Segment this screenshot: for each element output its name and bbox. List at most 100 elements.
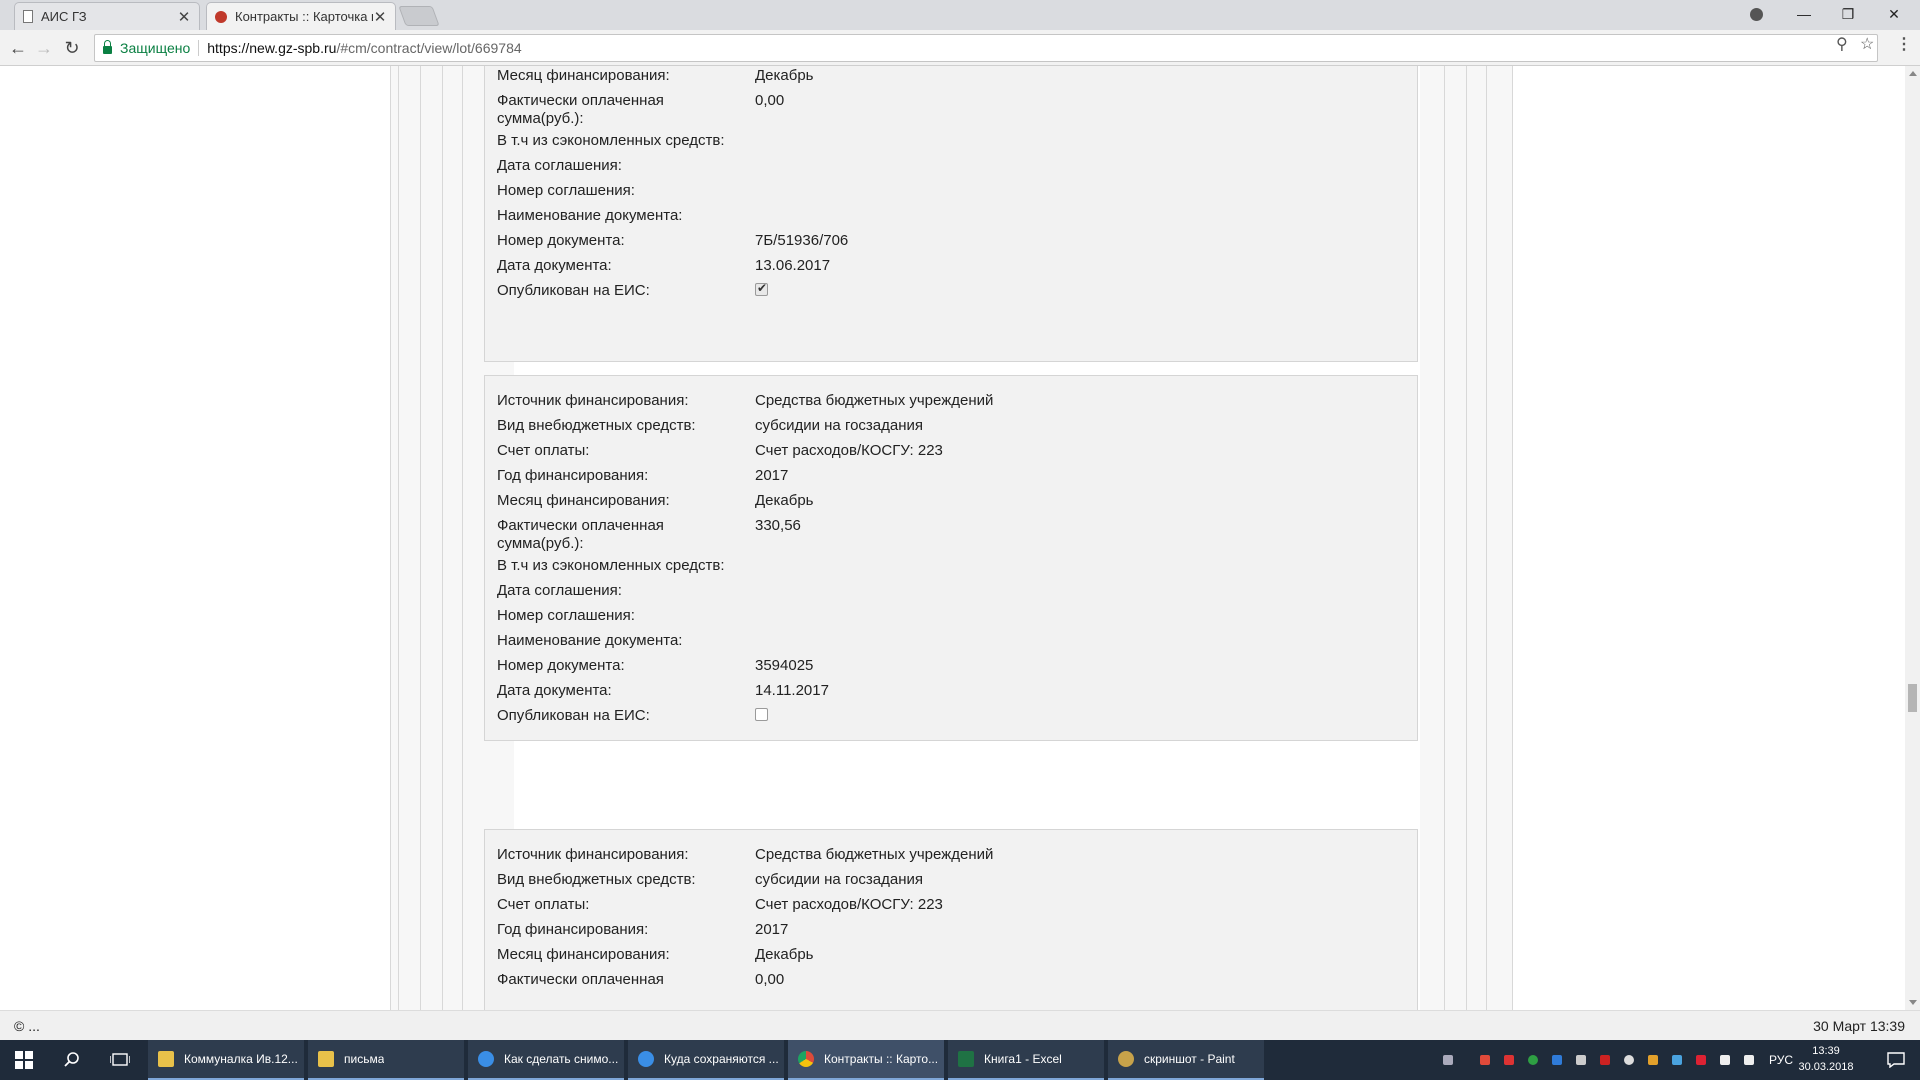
minimize-button[interactable]: — — [1782, 0, 1826, 28]
usb-icon[interactable] — [1576, 1055, 1586, 1065]
windows-taskbar: Коммуналка Ив.12... письма Как сделать с… — [0, 1040, 1920, 1080]
field-label: Фактически оплаченная сумма(руб.): — [497, 92, 664, 127]
divider — [198, 40, 200, 56]
tray-app-icon[interactable] — [1672, 1055, 1682, 1065]
page-scrollbar[interactable] — [1905, 66, 1920, 1010]
address-bar[interactable]: Защищено https://new.gz-spb.ru/#cm/contr… — [94, 34, 1878, 62]
internet-explorer-icon — [478, 1051, 494, 1067]
field-label: Номер документа: — [497, 657, 625, 674]
tray-app-icon[interactable] — [1504, 1055, 1514, 1065]
field-label: Наименование документа: — [497, 632, 683, 649]
search-icon[interactable] — [48, 1040, 96, 1080]
field-label: Фактически оплаченная сумма(руб.): — [497, 517, 664, 552]
security-label: Защищено — [120, 40, 191, 56]
field-label: Дата документа: — [497, 257, 612, 274]
frame-line — [1466, 66, 1467, 1010]
taskbar-app-label: скриншот - Paint — [1144, 1052, 1235, 1066]
network-icon[interactable] — [1720, 1055, 1730, 1065]
notification-center-icon[interactable] — [1872, 1040, 1920, 1080]
field-value: 7Б/51936/706 — [755, 232, 849, 249]
chrome-icon — [798, 1051, 814, 1067]
browser-tab-contracts[interactable]: Контракты :: Карточка к ✕ — [206, 2, 396, 30]
field-label: Дата соглашения: — [497, 582, 622, 599]
antivirus-icon[interactable] — [1600, 1055, 1610, 1065]
close-window-button[interactable]: ✕ — [1872, 0, 1916, 28]
tray-app-icon[interactable] — [1648, 1055, 1658, 1065]
field-label: Месяц финансирования: — [497, 946, 670, 963]
field-label: Номер документа: — [497, 232, 625, 249]
field-value: Средства бюджетных учреждений — [755, 846, 994, 863]
field-label: В т.ч из сэкономленных средств: — [497, 132, 725, 149]
field-label: Дата документа: — [497, 682, 612, 699]
frame-line — [442, 66, 443, 1010]
site-favicon-icon — [215, 10, 227, 23]
back-arrow-icon[interactable]: ← — [6, 36, 30, 60]
field-label: Опубликован на ЕИС: — [497, 707, 650, 724]
taskbar-app-button[interactable]: Контракты :: Карто... — [788, 1040, 944, 1080]
field-value: 0,00 — [755, 971, 785, 988]
taskbar-app-label: Как сделать снимо... — [504, 1052, 619, 1066]
close-tab-icon[interactable]: ✕ — [373, 8, 387, 26]
field-value: Счет расходов/КОСГУ: 223 — [755, 896, 943, 913]
scroll-down-icon[interactable] — [1909, 1000, 1917, 1005]
published-checkbox[interactable] — [755, 281, 768, 296]
field-value: 14.11.2017 — [755, 682, 829, 699]
people-icon[interactable] — [1443, 1055, 1453, 1065]
close-tab-icon[interactable]: ✕ — [177, 8, 191, 26]
tray-app-icon[interactable] — [1528, 1055, 1538, 1065]
field-value: 0,00 — [755, 92, 785, 109]
forward-arrow-icon[interactable]: → — [32, 36, 56, 60]
reload-icon[interactable]: ↻ — [60, 36, 84, 60]
taskbar-app-button[interactable]: Коммуналка Ив.12... — [148, 1040, 304, 1080]
frame-line — [398, 66, 399, 1010]
field-label: Месяц финансирования: — [497, 67, 670, 84]
browser-toolbar: ← → ↻ Защищено https://new.gz-spb.ru/#cm… — [0, 30, 1920, 66]
field-label: Вид внебюджетных средств: — [497, 871, 696, 888]
zoom-icon[interactable]: ⚲ — [1836, 34, 1848, 54]
page-icon — [23, 10, 33, 23]
taskbar-app-button[interactable]: письма — [308, 1040, 464, 1080]
tray-app-icon[interactable] — [1696, 1055, 1706, 1065]
field-label: Дата соглашения: — [497, 157, 622, 174]
financing-block: Источник финансирования: Средства бюджет… — [484, 829, 1418, 1010]
frame-line — [1444, 66, 1445, 1010]
taskbar-app-button[interactable]: Куда сохраняются ... — [628, 1040, 784, 1080]
taskbar-app-label: Книга1 - Excel — [984, 1052, 1062, 1066]
scroll-thumb[interactable] — [1908, 684, 1917, 712]
field-value: субсидии на госзадания — [755, 871, 924, 888]
frame-line — [1512, 66, 1513, 1010]
footer-datetime: 30 Март 13:39 — [1813, 1018, 1905, 1034]
field-value: Декабрь — [755, 946, 814, 963]
new-tab-button[interactable] — [398, 6, 440, 26]
field-label: В т.ч из сэкономленных средств: — [497, 557, 725, 574]
taskbar-clock[interactable]: 13:39 30.03.2018 — [1788, 1043, 1864, 1075]
windows-start-icon[interactable] — [0, 1040, 48, 1080]
frame-line — [1486, 66, 1487, 1010]
published-checkbox[interactable] — [755, 708, 768, 721]
field-value: 2017 — [755, 921, 789, 938]
menu-icon[interactable]: ⋮ — [1896, 34, 1912, 54]
field-label: Номер соглашения: — [497, 182, 635, 199]
field-value: 3594025 — [755, 657, 814, 674]
field-label: Номер соглашения: — [497, 607, 635, 624]
task-view-icon[interactable] — [96, 1040, 144, 1080]
field-label: Год финансирования: — [497, 467, 649, 484]
browser-tab-ais[interactable]: АИС ГЗ ✕ — [14, 2, 200, 30]
field-value: Декабрь — [755, 492, 814, 509]
tab-title: Контракты :: Карточка к — [235, 9, 373, 24]
page-viewport: Месяц финансирования: Декабрь Фактически… — [0, 66, 1905, 1010]
clock-date: 30.03.2018 — [1798, 1061, 1854, 1073]
taskbar-app-button[interactable]: Как сделать снимо... — [468, 1040, 624, 1080]
bookmark-star-icon[interactable]: ☆ — [1860, 34, 1874, 54]
tray-app-icon[interactable] — [1552, 1055, 1562, 1065]
restore-button[interactable]: ❐ — [1826, 0, 1870, 28]
scroll-up-icon[interactable] — [1909, 71, 1917, 76]
taskbar-app-button[interactable]: Книга1 - Excel — [948, 1040, 1104, 1080]
tray-app-icon[interactable] — [1480, 1055, 1490, 1065]
cloud-icon[interactable] — [1624, 1055, 1634, 1065]
profile-icon[interactable] — [1734, 0, 1778, 28]
taskbar-app-button[interactable]: скриншот - Paint — [1108, 1040, 1264, 1080]
volume-muted-icon[interactable] — [1744, 1055, 1754, 1065]
taskbar-app-label: Контракты :: Карто... — [824, 1052, 939, 1066]
taskbar-app-label: Коммуналка Ив.12... — [184, 1052, 298, 1066]
